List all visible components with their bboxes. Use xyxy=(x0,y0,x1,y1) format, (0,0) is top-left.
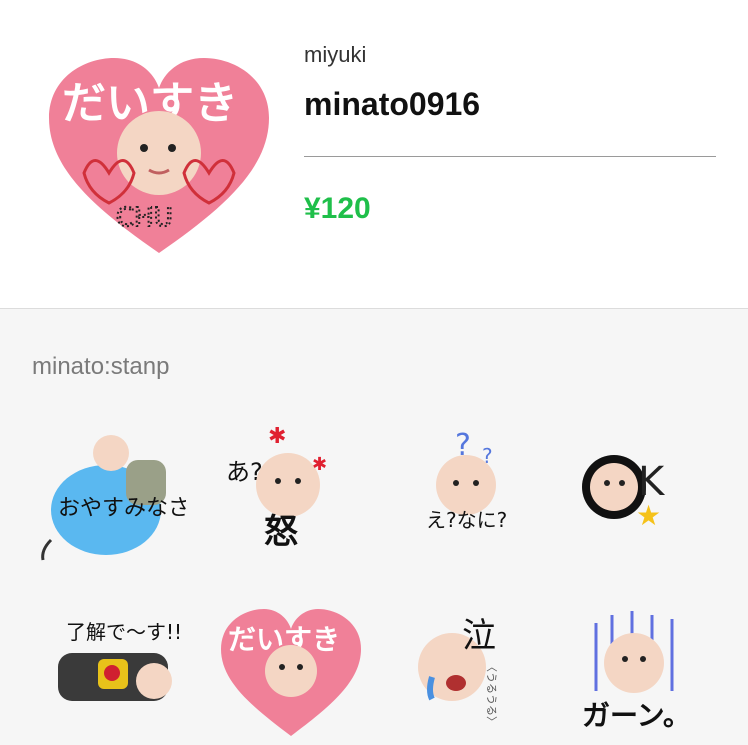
angry-baby-icon: あ? ✱ ✱ 怒 xyxy=(226,425,327,552)
sleeping-baby-balloon-icon: おやすみなさい xyxy=(41,435,186,561)
ok-baby-icon: K ★ OK xyxy=(582,455,666,558)
heart-baby-icon: だいすき xyxy=(221,609,361,736)
crying-baby-icon: 泣 〈うるうる〉 xyxy=(418,616,498,727)
sticker-love[interactable]: だいすき xyxy=(216,601,366,741)
svg-text:✱: ✱ xyxy=(312,454,327,475)
sticker-caption: 了解で〜す!! xyxy=(66,620,182,644)
sticker-ok[interactable]: K ★ OK xyxy=(572,425,722,565)
product-title: minato0916 xyxy=(304,86,481,122)
playing-baby-icon: 了解で〜す!! xyxy=(58,620,182,701)
sticker-caption: え?なに? xyxy=(426,508,507,532)
sticker-list-section: minato:stanp おやすみなさい あ? ✱ ✱ 怒 xyxy=(0,309,748,745)
product-header: だいすき CHU miyuki minato0916 ¥120 xyxy=(0,0,748,309)
sticker-angry[interactable]: あ? ✱ ✱ 怒 xyxy=(216,425,366,565)
author-name[interactable]: miyuki xyxy=(304,42,366,68)
hero-sub: CHU xyxy=(116,203,173,233)
sticker-cry[interactable]: 泣 〈うるうる〉 xyxy=(400,601,550,741)
sticker-shock[interactable]: ガーン。 xyxy=(572,601,722,741)
sticker-caption: 怒 xyxy=(264,512,298,552)
sticker-understood[interactable]: 了解で〜す!! xyxy=(36,601,186,741)
sticker-grid: おやすみなさい あ? ✱ ✱ 怒 ? ? え?なに? xyxy=(0,425,748,745)
sticker-what[interactable]: ? ? え?なに? xyxy=(400,425,550,565)
divider xyxy=(304,156,716,157)
sticker-caption: 泣 xyxy=(462,616,496,656)
sticker-extra: 〈うるうる〉 xyxy=(485,661,498,727)
section-title: minato:stanp xyxy=(32,353,170,380)
sticker-caption: ガーン。 xyxy=(582,699,691,732)
main-sticker-image[interactable]: だいすき CHU xyxy=(44,48,274,258)
sticker-caption: おやすみなさい xyxy=(58,496,186,521)
sticker-oyasumi[interactable]: おやすみなさい xyxy=(36,425,186,565)
price: ¥120 xyxy=(304,192,371,225)
svg-text:✱: ✱ xyxy=(268,425,286,449)
shocked-baby-icon: ガーン。 xyxy=(582,611,691,732)
heart-baby-icon: だいすき CHU xyxy=(49,58,269,253)
sticker-caption: OK xyxy=(612,556,614,558)
svg-text:★: ★ xyxy=(636,499,661,532)
question-baby-icon: ? ? え?なに? xyxy=(426,428,507,532)
